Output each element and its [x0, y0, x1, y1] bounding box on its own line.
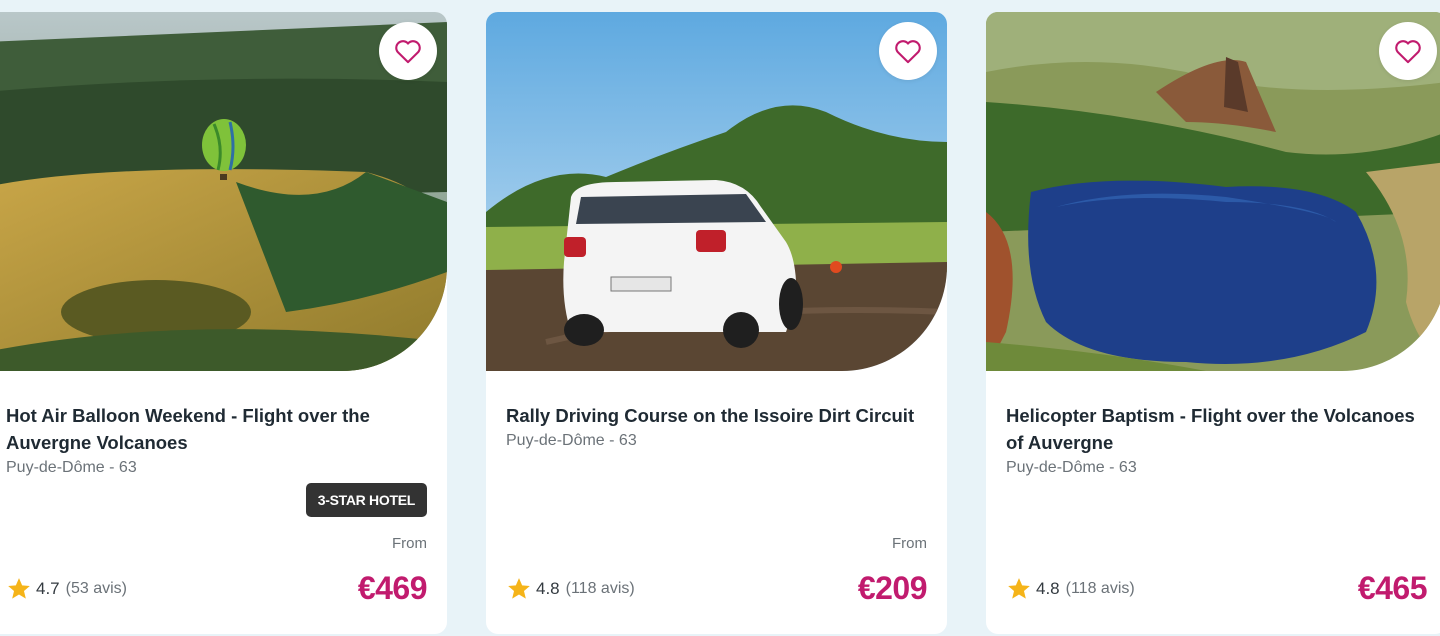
experience-card[interactable]: Helicopter Baptism - Flight over the Vol…	[986, 12, 1440, 634]
experience-title[interactable]: Hot Air Balloon Weekend - Flight over th…	[6, 402, 416, 456]
review-count: (118 avis)	[565, 580, 635, 597]
rating-score: 4.8	[1036, 579, 1060, 598]
rating-score: 4.8	[536, 579, 560, 598]
price: €209	[857, 570, 928, 606]
from-label: From	[392, 535, 427, 552]
experience-title[interactable]: Rally Driving Course on the Issoire Dirt…	[506, 402, 916, 429]
experience-card[interactable]: Rally Driving Course on the Issoire Dirt…	[486, 12, 947, 634]
experience-location: Puy-de-Dôme - 63	[6, 459, 137, 476]
from-label: From	[892, 535, 927, 552]
rating: 4.8 (118 avis)	[1006, 577, 1135, 601]
experience-image-lake[interactable]	[986, 12, 1440, 371]
favorite-button[interactable]	[1379, 22, 1437, 80]
experience-image-rally[interactable]	[486, 12, 947, 371]
star-icon	[8, 578, 30, 599]
experience-location: Puy-de-Dôme - 63	[506, 432, 637, 449]
rating-score: 4.7	[36, 579, 60, 598]
heart-icon	[895, 40, 921, 64]
favorite-button[interactable]	[379, 22, 437, 80]
review-count: (53 avis)	[65, 580, 127, 597]
rating: 4.7 (53 avis)	[6, 577, 127, 601]
experience-title[interactable]: Helicopter Baptism - Flight over the Vol…	[1006, 402, 1416, 456]
favorite-button[interactable]	[879, 22, 937, 80]
star-icon	[1008, 578, 1030, 599]
heart-icon	[1395, 40, 1421, 64]
review-count: (118 avis)	[1065, 580, 1135, 597]
experience-card-list: Hot Air Balloon Weekend - Flight over th…	[0, 0, 1440, 636]
experience-location: Puy-de-Dôme - 63	[1006, 459, 1137, 476]
heart-icon	[395, 40, 421, 64]
rating: 4.8 (118 avis)	[506, 577, 635, 601]
star-icon	[508, 578, 530, 599]
hotel-badge: 3-STAR HOTEL	[305, 483, 427, 517]
price: €469	[357, 570, 428, 606]
experience-card[interactable]: Hot Air Balloon Weekend - Flight over th…	[0, 12, 447, 634]
price: €465	[1357, 570, 1428, 606]
experience-image-balloon[interactable]	[0, 12, 447, 371]
